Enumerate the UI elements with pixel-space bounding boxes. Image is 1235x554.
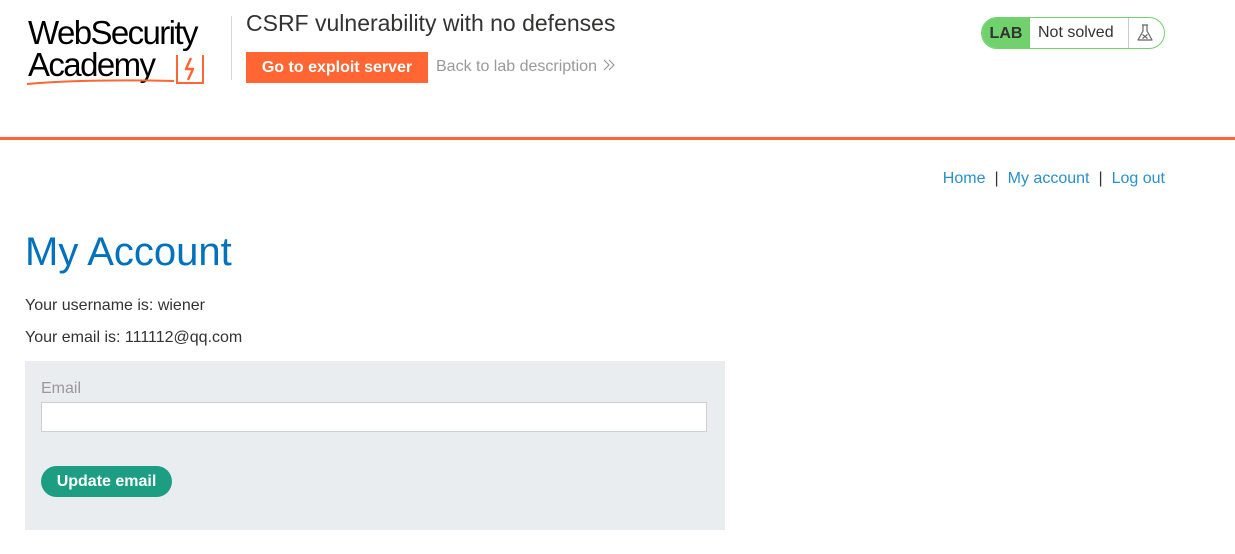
account-nav: Home | My account | Log out — [943, 170, 1165, 188]
logo-text-line2: Academy — [28, 46, 156, 83]
nav-separator: | — [1098, 170, 1103, 187]
email-field[interactable] — [41, 402, 707, 432]
logo-underline-swoosh — [26, 79, 175, 85]
web-security-academy-logo[interactable]: WebSecurity Academy — [26, 14, 232, 88]
back-to-lab-description-link[interactable]: Back to lab description — [436, 58, 615, 76]
lab-status-widget: LAB Not solved — [981, 17, 1165, 49]
header-orange-rule — [0, 137, 1235, 140]
nav-my-account-link[interactable]: My account — [1008, 170, 1090, 187]
lab-title: CSRF vulnerability with no defenses — [246, 10, 616, 36]
back-link-label: Back to lab description — [436, 58, 597, 75]
nav-log-out-link[interactable]: Log out — [1112, 170, 1165, 187]
go-to-exploit-server-button[interactable]: Go to exploit server — [246, 52, 428, 83]
nav-separator: | — [994, 170, 999, 187]
change-email-form: Email Update email — [25, 361, 725, 530]
logo-text-line1: WebSecurity — [28, 14, 198, 51]
email-info: Your email is: 111112@qq.com — [25, 329, 243, 346]
nav-home-link[interactable]: Home — [943, 170, 986, 187]
page-title: My Account — [25, 230, 232, 274]
double-chevron-right-icon — [603, 59, 615, 71]
lab-status-text: Not solved — [1038, 24, 1114, 41]
header-divider — [231, 16, 232, 80]
flask-icon — [1137, 24, 1153, 41]
lab-header: WebSecurity Academy CSRF vulnerability w… — [0, 0, 1235, 140]
username-info: Your username is: wiener — [25, 297, 205, 314]
logo-bolt-icon — [176, 55, 204, 84]
lab-badge: LAB — [982, 18, 1030, 48]
status-divider — [1128, 18, 1129, 48]
email-field-label: Email — [41, 380, 82, 397]
update-email-button[interactable]: Update email — [41, 466, 172, 497]
